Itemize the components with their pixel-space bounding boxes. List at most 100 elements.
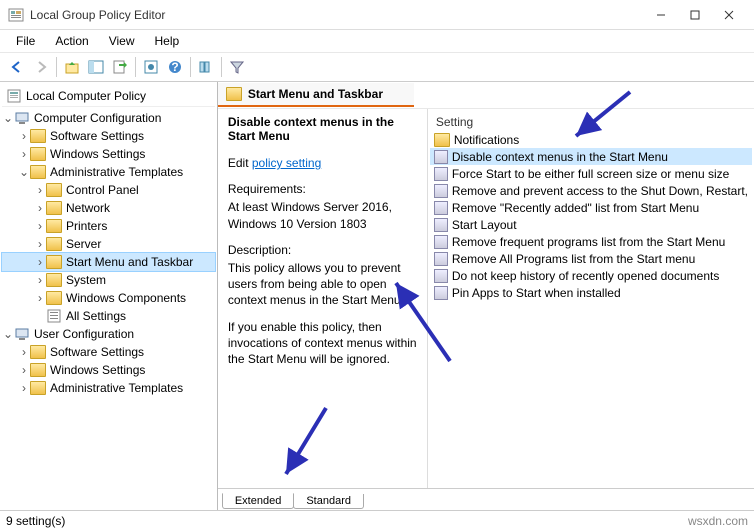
tree-item-system[interactable]: › System xyxy=(2,271,215,289)
edit-policy-link[interactable]: policy setting xyxy=(252,156,321,170)
policy-icon xyxy=(434,150,448,164)
setting-row[interactable]: Do not keep history of recently opened d… xyxy=(430,267,752,284)
export-button[interactable] xyxy=(109,56,131,78)
expander-icon[interactable]: › xyxy=(34,291,46,305)
status-count: 9 setting(s) xyxy=(6,514,65,528)
tree-item-label: Windows Settings xyxy=(50,147,145,161)
setting-row[interactable]: Disable context menus in the Start Menu xyxy=(430,148,752,165)
tree-item-user-administrative-templates[interactable]: ›Administrative Templates xyxy=(2,379,215,397)
tree-item-label: User Configuration xyxy=(34,327,134,341)
workspace: Local Computer Policy ⌄ Computer Configur… xyxy=(0,82,754,510)
setting-label: Force Start to be either full screen siz… xyxy=(452,167,729,181)
setting-label: Pin Apps to Start when installed xyxy=(452,286,621,300)
tree-item-label: System xyxy=(66,273,106,287)
close-button[interactable] xyxy=(712,4,746,26)
watermark: wsxdn.com xyxy=(688,514,748,528)
tree-item-windows-settings[interactable]: › Windows Settings xyxy=(2,145,215,163)
setting-row[interactable]: Remove All Programs list from the Start … xyxy=(430,250,752,267)
expander-icon[interactable]: › xyxy=(34,255,46,269)
setting-label: Remove and prevent access to the Shut Do… xyxy=(452,184,748,198)
expander-icon[interactable]: › xyxy=(34,201,46,215)
setting-row[interactable]: Remove and prevent access to the Shut Do… xyxy=(430,182,752,199)
properties-button[interactable] xyxy=(140,56,162,78)
expander-icon[interactable]: ⌄ xyxy=(2,327,14,341)
extended-pane: Disable context menus in the Start Menu … xyxy=(218,109,428,488)
computer-icon xyxy=(14,110,30,126)
tree-item-user-software-settings[interactable]: ›Software Settings xyxy=(2,343,215,361)
expander-icon[interactable]: › xyxy=(18,345,30,359)
expander-icon[interactable]: › xyxy=(18,129,30,143)
menu-help[interactable]: Help xyxy=(145,32,190,50)
folder-icon xyxy=(30,363,46,377)
tree-root[interactable]: Local Computer Policy xyxy=(2,86,215,107)
expander-icon[interactable]: › xyxy=(18,147,30,161)
tree-item-all-settings[interactable]: All Settings xyxy=(2,307,215,325)
tree-item-printers[interactable]: ›Printers xyxy=(2,217,215,235)
setting-row[interactable]: Remove "Recently added" list from Start … xyxy=(430,199,752,216)
tree-item-start-menu-and-taskbar[interactable]: ›Start Menu and Taskbar xyxy=(2,253,215,271)
policy-icon xyxy=(6,88,22,104)
tab-standard[interactable]: Standard xyxy=(293,494,364,509)
tree-root-label: Local Computer Policy xyxy=(26,89,146,103)
show-hide-tree-button[interactable] xyxy=(85,56,107,78)
tree-item-label: Computer Configuration xyxy=(34,111,161,125)
tree-item-server[interactable]: › Server xyxy=(2,235,215,253)
expander-icon[interactable]: ⌄ xyxy=(18,165,30,179)
statusbar: 9 setting(s) wsxdn.com xyxy=(0,510,754,530)
menu-file[interactable]: File xyxy=(6,32,45,50)
folder-icon xyxy=(226,87,242,101)
setting-row[interactable]: Notifications xyxy=(430,131,752,148)
expander-icon[interactable]: › xyxy=(34,237,46,251)
tree-item-label: Server xyxy=(66,237,101,251)
help-button[interactable]: ? xyxy=(164,56,186,78)
description-text: This policy allows you to prevent users … xyxy=(228,261,404,307)
tab-extended[interactable]: Extended xyxy=(222,493,294,509)
requirements-label: Requirements: xyxy=(228,181,417,197)
folder-icon xyxy=(46,237,62,251)
app-icon xyxy=(8,7,24,23)
description-text-2: If you enable this policy, then invocati… xyxy=(228,319,417,368)
tree-item-label: Software Settings xyxy=(50,129,144,143)
setting-row[interactable]: Remove frequent programs list from the S… xyxy=(430,233,752,250)
folder-icon xyxy=(30,165,46,179)
tree-item-software-settings[interactable]: › Software Settings xyxy=(2,127,215,145)
policy-icon xyxy=(434,218,448,232)
tree-computer-configuration[interactable]: ⌄ Computer Configuration xyxy=(2,109,215,127)
edit-label: Edit xyxy=(228,156,249,170)
expander-icon[interactable]: ⌄ xyxy=(2,111,14,125)
expander-icon[interactable]: › xyxy=(34,183,46,197)
setting-row[interactable]: Start Layout xyxy=(430,216,752,233)
setting-label: Remove frequent programs list from the S… xyxy=(452,235,725,249)
tree-administrative-templates[interactable]: ⌄Administrative Templates xyxy=(2,163,215,181)
folder-icon xyxy=(46,273,62,287)
policy-icon xyxy=(434,286,448,300)
back-button[interactable] xyxy=(6,56,28,78)
setting-label: Notifications xyxy=(454,133,519,147)
tree-item-windows-components[interactable]: ›Windows Components xyxy=(2,289,215,307)
expander-icon[interactable]: › xyxy=(34,273,46,287)
tree-item-user-windows-settings[interactable]: ›Windows Settings xyxy=(2,361,215,379)
menu-view[interactable]: View xyxy=(99,32,145,50)
expander-icon[interactable]: › xyxy=(18,381,30,395)
tree-user-configuration[interactable]: ⌄ User Configuration xyxy=(2,325,215,343)
tree-item-network[interactable]: ›Network xyxy=(2,199,215,217)
tree-item-control-panel[interactable]: ›Control Panel xyxy=(2,181,215,199)
setting-row[interactable]: Force Start to be either full screen siz… xyxy=(430,165,752,182)
tree-pane: Local Computer Policy ⌄ Computer Configur… xyxy=(0,82,218,510)
setting-row[interactable]: Pin Apps to Start when installed xyxy=(430,284,752,301)
filter-button[interactable] xyxy=(226,56,248,78)
minimize-button[interactable] xyxy=(644,4,678,26)
menu-action[interactable]: Action xyxy=(45,32,98,50)
forward-button[interactable] xyxy=(30,56,52,78)
setting-label: Remove All Programs list from the Start … xyxy=(452,252,695,266)
column-header-setting[interactable]: Setting xyxy=(430,113,752,131)
columns-button[interactable] xyxy=(195,56,217,78)
expander-icon[interactable]: › xyxy=(34,219,46,233)
folder-icon xyxy=(46,183,62,197)
maximize-button[interactable] xyxy=(678,4,712,26)
expander-icon[interactable]: › xyxy=(18,363,30,377)
folder-icon xyxy=(30,129,46,143)
policy-icon xyxy=(434,235,448,249)
up-button[interactable] xyxy=(61,56,83,78)
folder-icon xyxy=(30,147,46,161)
